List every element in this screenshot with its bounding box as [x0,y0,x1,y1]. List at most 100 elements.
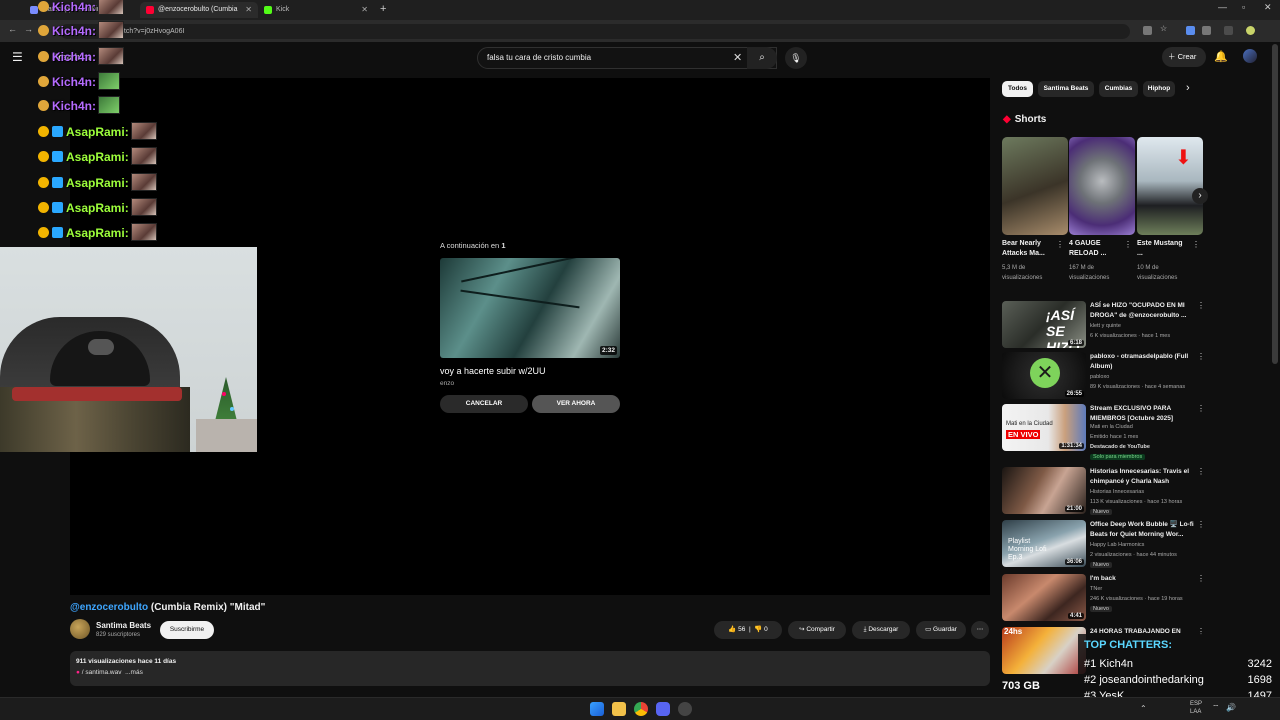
recommendation-item[interactable]: Mati en la Ciudad EN VIVO 1:31:34 Stream… [1002,404,1205,464]
chip-cumbias[interactable]: Cumbias [1099,81,1138,97]
title-mention-link[interactable]: @enzocerobulto [70,602,148,613]
channel-name[interactable]: klett y quinte [1090,323,1121,329]
back-icon[interactable]: ← [8,24,17,34]
tab-kick[interactable]: Kick ✕ [258,2,374,18]
thumbnail-graphic [461,258,579,283]
search-input[interactable]: falsa tu cara de cristo cumbia [477,47,777,69]
short-thumbnail[interactable]: ⬇ [1137,137,1203,235]
channel-name[interactable]: Historias Innecesarias [1090,489,1144,495]
subscribe-button[interactable]: Suscribirme [160,621,214,639]
windows-start-icon[interactable] [590,702,604,716]
notifications-bell-icon[interactable]: 🔔 [1214,50,1228,63]
video-title[interactable]: Office Deep Work Bubble 🖥️ Lo-fi Beats f… [1090,520,1194,539]
video-thumbnail[interactable]: 24hs [1002,627,1086,674]
download-button[interactable]: ⤓ Descargar [852,621,910,639]
close-window-icon[interactable]: ✕ [1264,2,1272,13]
close-tab-icon[interactable]: ✕ [361,2,368,18]
app-icon[interactable] [678,702,692,716]
chips-next-chevron-icon[interactable]: › [1186,82,1190,94]
wifi-icon[interactable]: ⌔ [1212,703,1220,713]
video-menu-icon[interactable]: ⋮ [1197,467,1205,476]
watch-now-button[interactable]: VER AHORA [532,395,620,413]
profile-icon[interactable] [1246,26,1255,35]
account-avatar[interactable] [1243,49,1257,63]
chrome-icon[interactable] [634,702,648,716]
extensions-puzzle-icon[interactable] [1202,26,1211,35]
short-title[interactable]: 4 GAUGE RELOAD ... [1069,239,1121,259]
like-button[interactable]: 👍 56 [728,626,745,633]
new-tab-button[interactable]: + [380,3,386,15]
video-title[interactable]: pabloxo - otramasdelpablo (Full Album) [1090,352,1194,371]
tab-youtube[interactable]: @enzocerobulto (Cumbia ✕ [140,2,258,18]
cast-icon[interactable] [1143,26,1152,35]
dislike-button[interactable]: 👎 0 [754,626,768,633]
video-title[interactable]: I'm back [1090,574,1194,584]
video-title[interactable]: ASÍ se HIZO "OCUPADO EN MI DROGA" de @en… [1090,301,1194,320]
recommendation-item[interactable]: ✕ 26:55 pabloxo - otramasdelpablo (Full … [1002,352,1205,400]
url-input[interactable]: atch?v=j0zHvogA06I [60,24,1130,39]
create-button[interactable]: ＋ Crear [1162,47,1206,67]
share-button[interactable]: ↪ Compartir [788,621,846,639]
cancel-autoplay-button[interactable]: CANCELAR [440,395,528,413]
clear-search-icon[interactable]: ✕ [733,51,742,64]
shorts-next-chevron-icon[interactable]: › [1192,188,1208,204]
video-title[interactable]: Stream EXCLUSIVO PARA MIEMBROS [Octubre … [1090,404,1194,423]
language-indicator[interactable]: ESP LAA [1190,700,1202,716]
video-menu-icon[interactable]: ⋮ [1197,301,1205,310]
video-title[interactable]: Historias Innecesarias: Travis el chimpa… [1090,467,1194,486]
search-button[interactable]: ⌕ [747,47,777,69]
extension-icon[interactable] [1186,26,1195,35]
recommendation-item[interactable]: 21:00 Historias Innecesarias: Travis el … [1002,467,1205,515]
video-thumbnail[interactable]: 4:41 [1002,574,1086,621]
video-thumbnail[interactable]: ✕ 26:55 [1002,352,1086,399]
channel-name[interactable]: Happy Lab Harmonics [1090,542,1144,548]
chip-santima-beats[interactable]: Santima Beats [1038,81,1094,97]
more-actions-button[interactable]: ⋯ [971,621,989,639]
chip-todos[interactable]: Todos [1002,81,1033,97]
video-menu-icon[interactable]: ⋮ [1197,352,1205,361]
short-title[interactable]: Este Mustang ... [1137,239,1189,259]
page-scrollbar[interactable] [1272,44,1278,364]
forward-icon[interactable]: → [24,24,33,34]
recommendation-item[interactable]: ¡ASÍ SE HIZO 6:18 ASÍ se HIZO "OCUPADO E… [1002,301,1205,349]
short-thumbnail[interactable] [1069,137,1135,235]
tray-chevron-icon[interactable]: ⌃ [1140,704,1147,713]
video-menu-icon[interactable]: ⋮ [1197,520,1205,529]
video-thumbnail[interactable]: ¡ASÍ SE HIZO 6:18 [1002,301,1086,348]
short-title[interactable]: Bear Nearly Attacks Ma... [1002,239,1054,259]
upnext-title[interactable]: voy a hacerte subir w/2UU [440,366,546,376]
channel-name[interactable]: Mati en la Ciudad [1090,424,1133,430]
recommendation-item[interactable]: Playlist Morning Lofi Ep.3 36:06 Office De… [1002,520,1205,568]
channel-avatar[interactable] [70,619,90,639]
chip-hiphop[interactable]: Hiphop [1143,81,1175,97]
channel-name[interactable]: pabloxo [1090,374,1109,380]
short-thumbnail[interactable] [1002,137,1068,235]
channel-name[interactable]: Santima Beats [96,621,151,630]
voice-search-button[interactable]: 🎙 [785,47,807,69]
volume-icon[interactable]: 🔊 [1226,703,1236,712]
save-button[interactable]: ▭ Guardar [916,621,966,639]
live-badge: EN VIVO [1006,430,1041,439]
video-menu-icon[interactable]: ⋮ [1197,404,1205,413]
sidebar-icon[interactable] [1224,26,1233,35]
close-tab-icon[interactable]: ✕ [245,2,252,18]
file-explorer-icon[interactable] [612,702,626,716]
description-box[interactable]: 911 visualizaciones hace 11 días ● / san… [70,651,990,686]
video-thumbnail[interactable]: Playlist Morning Lofi Ep.3 36:06 [1002,520,1086,567]
short-menu-icon[interactable]: ⋮ [1124,240,1132,249]
discord-icon[interactable] [656,702,670,716]
badge-icon [38,1,49,12]
recommendation-item[interactable]: 4:41 I'm back TNer 246 K visualizaciones… [1002,574,1205,622]
show-more-link[interactable]: ...más [125,669,143,676]
bookmark-star-icon[interactable]: ☆ [1160,24,1169,33]
short-menu-icon[interactable]: ⋮ [1192,240,1200,249]
channel-name[interactable]: TNer [1090,586,1102,592]
video-thumbnail[interactable]: 21:00 [1002,467,1086,514]
video-thumbnail[interactable]: Mati en la Ciudad EN VIVO 1:31:34 [1002,404,1086,451]
minimize-icon[interactable]: — [1218,2,1227,12]
video-menu-icon[interactable]: ⋮ [1197,574,1205,583]
menu-icon[interactable]: ☰ [12,50,23,64]
upnext-thumbnail[interactable]: 2:32 [440,258,620,358]
short-menu-icon[interactable]: ⋮ [1056,240,1064,249]
maximize-icon[interactable]: ▫ [1242,2,1245,12]
